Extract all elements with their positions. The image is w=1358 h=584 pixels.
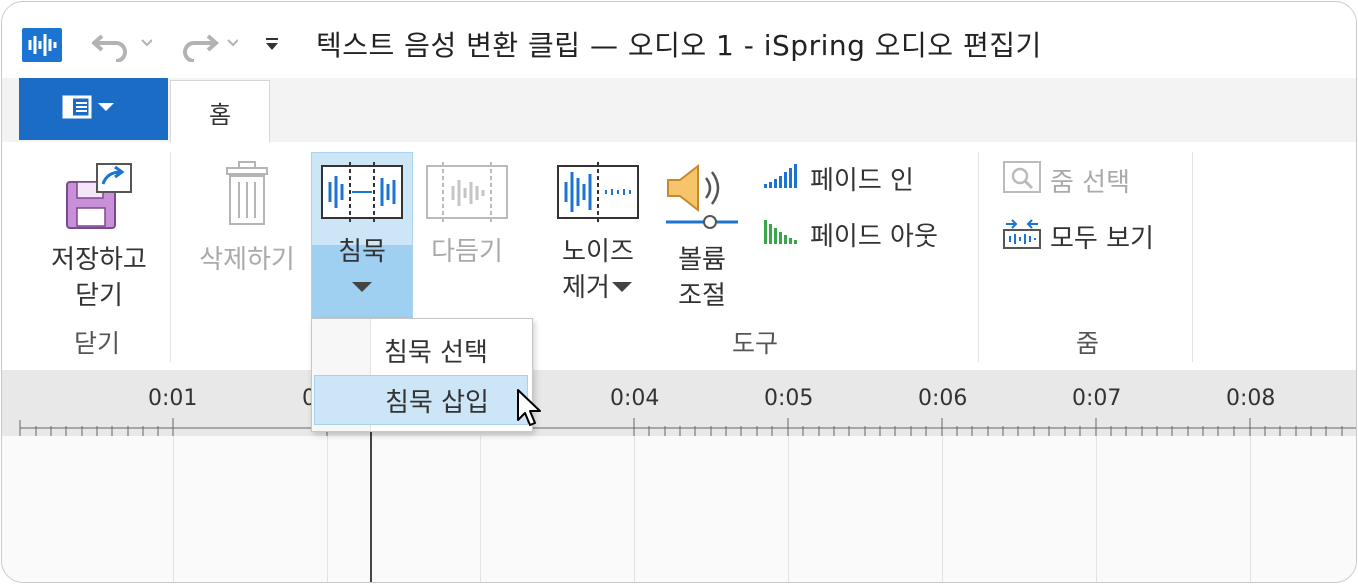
silence-label: 침묵 bbox=[338, 237, 386, 267]
fade-out-button[interactable]: 페이드 아웃 bbox=[762, 216, 938, 253]
menu-item-label: 침묵 삽입 bbox=[385, 387, 489, 418]
redo-button[interactable] bbox=[178, 24, 239, 66]
group-divider bbox=[170, 152, 171, 362]
fade-out-label: 페이드 아웃 bbox=[810, 222, 938, 252]
grid-line bbox=[327, 436, 328, 582]
file-menu-icon bbox=[62, 92, 126, 126]
menu-item-label: 침묵 선택 bbox=[384, 337, 488, 368]
grid-line bbox=[634, 436, 635, 582]
trim-icon bbox=[425, 160, 509, 234]
ruler-label: 0:05 bbox=[764, 386, 814, 411]
save-close-label-1: 저장하고 bbox=[51, 245, 147, 275]
playhead-cursor[interactable] bbox=[370, 422, 372, 582]
zoom-select-label: 줌 선택 bbox=[1050, 168, 1131, 198]
customize-qat-button[interactable] bbox=[264, 26, 280, 64]
fade-in-label: 페이드 인 bbox=[810, 166, 914, 196]
fade-out-icon bbox=[762, 216, 810, 253]
ribbon-panel: 저장하고 닫기 닫기 삭제하기 침묵 다듬기 노이즈 제거 볼륨 조절 페이드 … bbox=[2, 142, 1356, 371]
chevron-down-icon bbox=[610, 270, 634, 306]
app-logo-icon bbox=[22, 28, 62, 62]
ruler-label: 0:08 bbox=[1226, 386, 1276, 411]
noise-removal-label-2: 제거 bbox=[562, 273, 610, 303]
ruler-label: 0:04 bbox=[610, 386, 660, 411]
group-label-tools: 도구 bbox=[732, 329, 779, 358]
ruler-label: 0:06 bbox=[918, 386, 968, 411]
audio-track-area[interactable] bbox=[2, 436, 1356, 582]
app-window: 텍스트 음성 변환 클립 — 오디오 1 - iSpring 오디오 편집기 홈 bbox=[1, 1, 1357, 583]
group-divider bbox=[978, 152, 979, 362]
window-title: 텍스트 음성 변환 클립 — 오디오 1 - iSpring 오디오 편집기 bbox=[316, 29, 1042, 62]
view-all-button[interactable]: 모두 보기 bbox=[1002, 216, 1154, 257]
trim-button[interactable]: 다듬기 bbox=[420, 160, 514, 270]
zoom-select-button[interactable]: 줌 선택 bbox=[1002, 160, 1130, 201]
grid-line bbox=[1250, 436, 1251, 582]
grid-line bbox=[942, 436, 943, 582]
group-divider bbox=[1192, 152, 1193, 362]
trim-label: 다듬기 bbox=[431, 237, 503, 267]
volume-icon bbox=[662, 160, 742, 242]
tab-home[interactable]: 홈 bbox=[170, 80, 270, 143]
noise-removal-label-1: 노이즈 bbox=[562, 237, 634, 267]
save-close-icon bbox=[63, 160, 135, 242]
view-all-icon bbox=[1002, 216, 1050, 257]
delete-button[interactable]: 삭제하기 bbox=[188, 160, 306, 278]
grid-line bbox=[1096, 436, 1097, 582]
redo-icon bbox=[178, 24, 239, 66]
silence-dropdown-menu: 침묵 선택 침묵 삽입 bbox=[311, 318, 533, 432]
save-close-label-2: 닫기 bbox=[75, 281, 123, 311]
silence-button-content: 침묵 bbox=[311, 160, 413, 306]
silence-icon bbox=[320, 160, 404, 234]
delete-label: 삭제하기 bbox=[199, 245, 295, 275]
menu-item-select-silence[interactable]: 침묵 선택 bbox=[314, 325, 528, 375]
group-label-zoom: 줌 bbox=[1076, 329, 1100, 358]
title-bar: 텍스트 음성 변환 클립 — 오디오 1 - iSpring 오디오 편집기 bbox=[2, 2, 1356, 78]
noise-removal-label-row: 제거 bbox=[562, 270, 634, 306]
ribbon-tab-strip: 홈 bbox=[2, 78, 1356, 143]
noise-removal-icon bbox=[556, 160, 640, 234]
volume-label-2: 조절 bbox=[678, 281, 726, 311]
ruler-ticks bbox=[19, 418, 1356, 436]
mouse-cursor-icon bbox=[516, 388, 544, 432]
noise-removal-button[interactable]: 노이즈 제거 bbox=[550, 160, 646, 306]
timeline-ruler[interactable]: 0:01 0 0:04 0:05 0:06 0:07 0:08 bbox=[2, 370, 1356, 437]
fade-in-icon bbox=[762, 160, 810, 197]
ruler-label: 0:07 bbox=[1072, 386, 1122, 411]
trash-icon bbox=[217, 160, 277, 242]
menu-item-insert-silence[interactable]: 침묵 삽입 bbox=[314, 375, 528, 425]
chevron-down-icon bbox=[350, 270, 374, 306]
ruler-label: 0:01 bbox=[148, 386, 198, 411]
grid-line bbox=[480, 436, 481, 582]
grid-line bbox=[173, 436, 174, 582]
volume-label-1: 볼륨 bbox=[678, 245, 726, 275]
customize-qat-icon bbox=[264, 24, 280, 66]
group-label-close: 닫기 bbox=[74, 329, 121, 358]
save-close-button[interactable]: 저장하고 닫기 bbox=[36, 160, 162, 314]
file-menu-button[interactable] bbox=[19, 78, 168, 140]
zoom-select-icon bbox=[1002, 160, 1050, 201]
fade-in-button[interactable]: 페이드 인 bbox=[762, 160, 914, 197]
undo-button[interactable] bbox=[90, 24, 153, 66]
undo-icon bbox=[90, 24, 153, 66]
grid-line bbox=[788, 436, 789, 582]
view-all-label: 모두 보기 bbox=[1050, 224, 1154, 254]
volume-adjust-button[interactable]: 볼륨 조절 bbox=[662, 160, 742, 314]
